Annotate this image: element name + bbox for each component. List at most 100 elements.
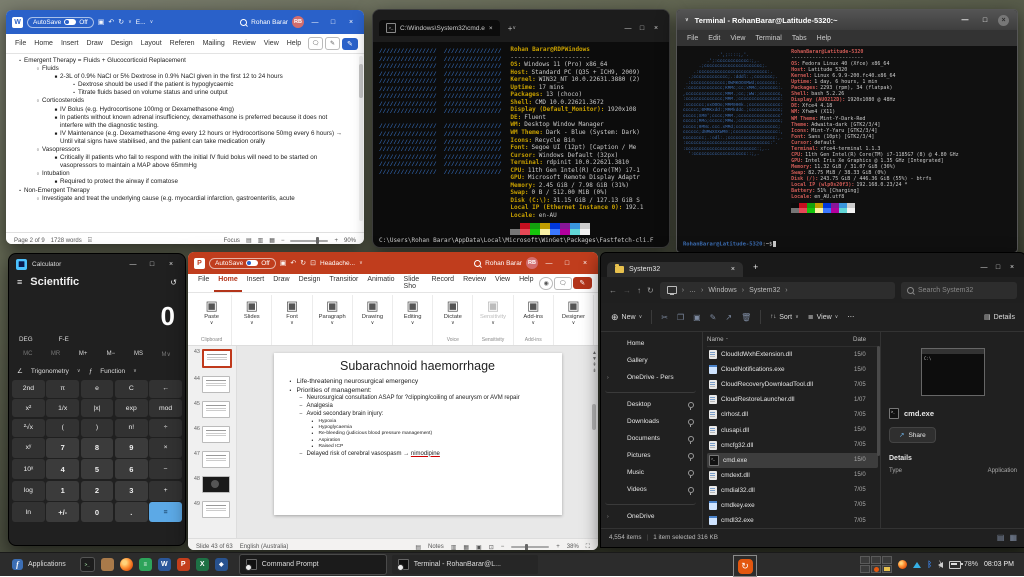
menu-tab[interactable]: Insert — [58, 38, 82, 49]
document-title[interactable]: E... — [136, 19, 146, 26]
search-box[interactable]: Search System32 — [901, 281, 1017, 299]
history-icon[interactable]: ↺ — [170, 278, 177, 287]
ribbon-group[interactable]: ▣ Drawing ∨ — [353, 295, 394, 345]
print-layout-icon[interactable]: ▥ — [258, 237, 264, 244]
maximize-button[interactable]: □ — [978, 17, 992, 24]
powerpoint-window[interactable]: P AutoSave Off ▣ ↶ ↻ ⊡ Headache... ∨ Roh… — [188, 252, 598, 550]
clock[interactable]: 08:03 PM — [984, 561, 1014, 568]
menu-tab[interactable]: Layout — [138, 38, 165, 49]
workspace-pager[interactable] — [860, 556, 893, 573]
sidebar-item[interactable]: Gallery — [605, 352, 702, 369]
undo-icon[interactable]: ↶ — [290, 259, 296, 267]
menu-tab[interactable]: Mailing — [200, 38, 228, 49]
angle-mode-button[interactable]: DEG — [19, 336, 33, 343]
maximize-button[interactable]: □ — [145, 261, 159, 268]
name-column-header[interactable]: Name ⌃ — [707, 336, 853, 343]
chevron-down-icon[interactable]: ∨ — [150, 19, 154, 25]
slide-thumbnail-panel[interactable]: 43 44 45 46 47 48 49 — [188, 346, 237, 538]
breadcrumb-item[interactable]: Windows — [708, 287, 736, 294]
normal-view-icon[interactable]: ▥ — [451, 544, 457, 551]
calc-key[interactable]: π — [46, 380, 80, 398]
terminal-launcher-icon[interactable]: >_ — [79, 557, 95, 572]
sidebar-item[interactable]: Pictures — [605, 447, 702, 464]
close-button[interactable]: × — [1005, 264, 1019, 271]
calc-key[interactable]: 5 — [80, 459, 114, 480]
minimize-button[interactable]: — — [126, 261, 140, 268]
details-pane-button[interactable]: ▤ Details — [984, 313, 1015, 322]
new-tab-button[interactable]: + — [753, 262, 758, 272]
powerpoint-launcher-icon[interactable]: P — [176, 558, 190, 571]
sidebar-item[interactable]: Desktop — [605, 396, 702, 413]
autosave-toggle[interactable]: AutoSave Off — [27, 16, 94, 28]
zoom-out-icon[interactable]: − — [281, 238, 285, 244]
calc-key[interactable]: ln — [12, 502, 45, 522]
breadcrumb[interactable]: › … › Windows › System32 › — [659, 281, 895, 299]
sidebar-item[interactable]: Documents — [605, 430, 702, 447]
word-document[interactable]: • Emergent Therapy = Fluids + Glucocorti… — [6, 54, 364, 232]
menu-tab[interactable]: File — [12, 38, 29, 49]
chevron-down-icon[interactable]: ∨ — [359, 260, 363, 266]
menu-item[interactable]: Tabs — [792, 35, 807, 42]
calc-key[interactable]: 9 — [114, 438, 148, 458]
sidebar-item[interactable] — [605, 386, 696, 393]
excel-launcher-icon[interactable]: X — [195, 558, 209, 571]
firefox-launcher-icon[interactable] — [119, 558, 133, 571]
menu-tab[interactable]: View — [261, 38, 282, 49]
word-launcher-icon[interactable]: W — [157, 558, 171, 571]
refresh-icon[interactable]: ↻ — [647, 286, 654, 295]
sidebar-item[interactable]: Downloads — [605, 413, 702, 430]
this-pc-icon[interactable] — [666, 286, 677, 295]
file-row[interactable]: clrhost.dll 7/05 — [707, 407, 878, 422]
menu-tab[interactable]: Insert — [243, 274, 269, 292]
applications-menu-button[interactable]: f Applications — [4, 559, 74, 570]
calc-key[interactable]: 8 — [80, 438, 114, 458]
up-icon[interactable]: ↑ — [637, 286, 641, 295]
slide-thumbnail[interactable]: 48 — [190, 476, 234, 493]
scrollbar[interactable] — [359, 56, 363, 221]
menu-tab[interactable]: Record — [428, 274, 459, 292]
focused-app-dock-slot[interactable]: ↻ — [733, 555, 757, 577]
calc-key[interactable]: 2 — [80, 480, 114, 501]
zoom-out-icon[interactable]: − — [501, 544, 505, 550]
avatar[interactable]: RB — [526, 257, 538, 269]
file-list[interactable]: Name ⌃ Date CloudIdWxhExtension.dll 15/0 — [702, 332, 881, 528]
function-dropdown[interactable]: Function — [100, 368, 125, 375]
calc-key[interactable]: +/- — [46, 502, 80, 522]
chevron-icon[interactable]: › — [607, 514, 612, 520]
file-row[interactable]: cmd.exe 15/0 — [707, 452, 878, 468]
memory-button[interactable]: M− — [98, 348, 124, 361]
memory-button[interactable]: MS — [126, 348, 152, 361]
zoom-slider[interactable] — [290, 237, 329, 244]
calc-key[interactable]: ( — [46, 418, 80, 437]
ribbon-group[interactable]: ▣ Editing ∨ — [393, 295, 434, 345]
redo-icon[interactable]: ↻ — [300, 259, 306, 267]
sidebar-item[interactable]: › OneDrive — [605, 508, 702, 525]
menu-item[interactable]: File — [687, 35, 698, 42]
file-row[interactable]: cmdial32.dll 7/05 — [707, 483, 878, 498]
calc-key[interactable]: 3 — [114, 480, 148, 501]
autosave-toggle[interactable]: AutoSave Off — [209, 257, 276, 269]
reading-view-icon[interactable]: ▣ — [476, 544, 482, 551]
menu-tab[interactable]: Slide Sho — [400, 274, 427, 292]
notes-button[interactable]: Notes — [428, 544, 444, 550]
maximize-button[interactable]: □ — [560, 260, 574, 267]
maximize-button[interactable]: □ — [635, 25, 649, 32]
presenter-coach-icon[interactable]: ◉ — [539, 276, 554, 290]
memory-button[interactable]: MC — [15, 348, 41, 361]
present-icon[interactable]: ⊡ — [310, 259, 316, 267]
menu-tab[interactable]: Transitior — [325, 274, 362, 292]
calc-key[interactable]: e — [80, 380, 114, 398]
calc-key[interactable]: 10ˣ — [12, 459, 45, 480]
calc-key[interactable]: ← — [149, 380, 182, 398]
forward-icon[interactable]: → — [623, 286, 631, 295]
save-icon[interactable]: ▣ — [98, 18, 105, 26]
slide-thumbnail[interactable]: 47 — [190, 451, 234, 468]
web-layout-icon[interactable]: ▦ — [269, 237, 275, 244]
menu-tab[interactable]: Home — [214, 274, 241, 292]
calc-key[interactable]: ) — [80, 418, 114, 437]
explorer-tab[interactable]: System32 × — [607, 262, 743, 277]
taskbar-window-button[interactable]: Terminal - RohanBarar@L... — [391, 555, 538, 574]
slide-thumbnail[interactable]: 45 — [190, 401, 234, 418]
zoom-level[interactable]: 38% — [567, 544, 579, 550]
menu-item[interactable]: Help — [817, 35, 831, 42]
